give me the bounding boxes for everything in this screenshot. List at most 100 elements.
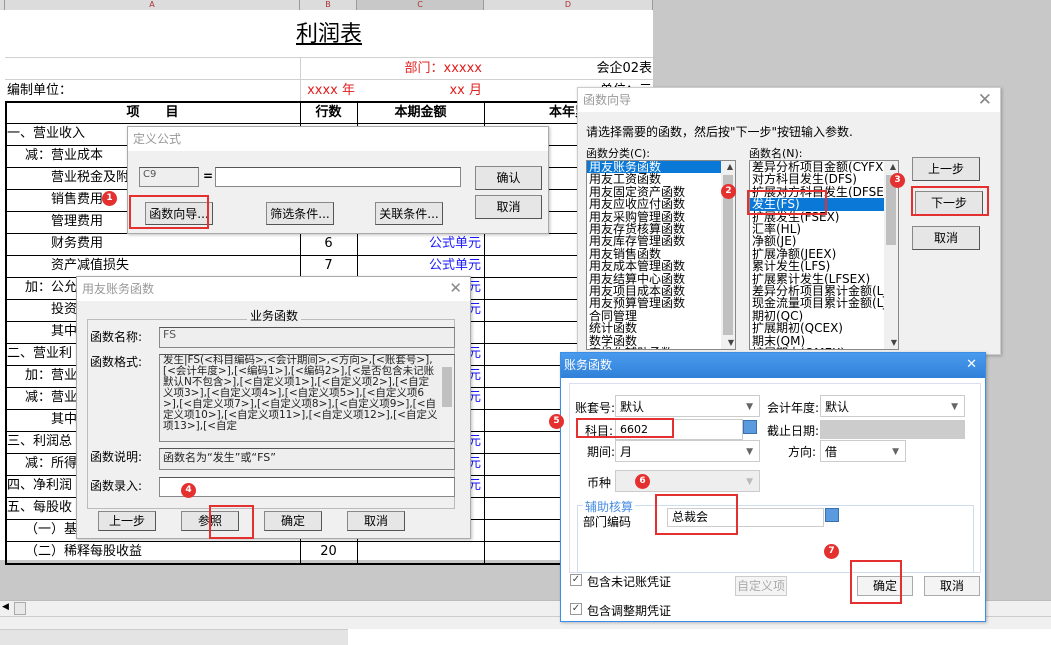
include-adjust-label: 包含调整期凭证	[587, 604, 672, 618]
scroll-thumb[interactable]	[14, 602, 26, 615]
function-wizard-dialog: 函数向导 ✕ 请选择需要的函数，然后按"下一步"按钮输入参数. 函数分类(C):…	[577, 87, 1001, 355]
list-item[interactable]: 用友工资函数	[587, 173, 735, 186]
ok-button[interactable]: 确定	[264, 511, 322, 531]
function-list[interactable]: 差异分析项目金额(CYFX) 对方科目发生(DFS) 扩展对方科目发生(DFSEX)…	[749, 160, 899, 350]
chevron-down-icon: ▼	[746, 402, 753, 412]
annotation-box-subject	[576, 418, 674, 438]
row-line-number: 20	[320, 544, 337, 559]
formula-cell	[357, 541, 483, 563]
book-select[interactable]: 默认 ▼	[615, 395, 760, 417]
function-description-field: 函数名为“发生”或“FS”	[159, 448, 455, 470]
previous-step-button[interactable]: 上一步	[912, 157, 980, 181]
step-marker-4: 4	[181, 483, 196, 498]
list-item[interactable]: 用友应收应付函数	[587, 198, 735, 211]
direction-select[interactable]: 借 ▼	[820, 440, 906, 462]
instruction-text: 请选择需要的函数，然后按"下一步"按钮输入参数.	[586, 125, 853, 139]
close-icon[interactable]: ✕	[966, 357, 977, 372]
period-select[interactable]: 月 ▼	[615, 440, 760, 462]
table-header: 项 目	[126, 105, 179, 120]
cancel-button[interactable]: 取消	[924, 576, 980, 596]
annotation-box-reference	[209, 505, 254, 539]
dialog-title: 账务函数	[561, 353, 985, 378]
list-item[interactable]: 用友库存管理函数	[587, 235, 735, 248]
list-item[interactable]: 累计发生(LFS)	[750, 260, 898, 273]
function-input-field[interactable]	[159, 477, 455, 497]
list-scrollbar[interactable]: ▲ ▼	[884, 161, 898, 349]
list-item[interactable]: 现金流量项目累计金额(LJX	[750, 297, 898, 310]
previous-step-button[interactable]: 上一步	[98, 511, 156, 531]
dept-label: 部门：xxxxx	[404, 61, 482, 76]
step-marker-1: 1	[102, 191, 117, 206]
list-item[interactable]: 扩展期末(QMEX)	[750, 347, 898, 349]
confirm-button[interactable]: 确认	[475, 166, 542, 190]
step-marker-3: 3	[890, 173, 905, 188]
chevron-down-icon: ▼	[951, 402, 958, 412]
custom-item-button[interactable]: 自定义项	[735, 576, 787, 596]
currency-label: 币种	[587, 476, 612, 490]
list-item[interactable]: 表操作辅助函数	[587, 347, 735, 349]
function-format-label: 函数格式:	[90, 355, 143, 369]
column-header-c[interactable]: C	[357, 0, 484, 10]
step-marker-7: 7	[824, 544, 839, 559]
format-scrollbar[interactable]	[440, 355, 454, 441]
unit-label: 编制单位：	[7, 83, 73, 98]
step-marker-5: 5	[549, 414, 564, 429]
book-value: 默认	[620, 400, 645, 414]
chevron-down-icon: ▼	[892, 447, 899, 457]
column-header-a[interactable]: A	[5, 0, 300, 10]
dept-code-label: 部门编码	[583, 515, 632, 529]
deadline-label: 截止日期:	[767, 424, 820, 438]
row-line-number: 6	[324, 236, 333, 251]
account-function-dialog: 账务函数 ✕ 账套号: 默认 ▼ 会计年度: 默认 ▼ 科目: 6602 截止日期:…	[560, 352, 986, 622]
function-name-label: 函数名称:	[90, 330, 143, 344]
close-icon[interactable]: ✕	[978, 90, 992, 110]
function-format-text: 发生|FS(<科目编码>,<会计期间>,<方向>,[<账套号>],[<会计年度>…	[163, 354, 438, 432]
column-header-b[interactable]: B	[300, 0, 357, 10]
step-marker-6: 6	[635, 474, 650, 489]
function-description-label: 函数说明:	[90, 450, 143, 464]
annotation-box-ok	[850, 560, 902, 604]
form-number: 会企02表	[596, 61, 652, 76]
yonyou-account-function-dialog: 用友账务函数 ✕ 业务函数 函数名称: FS 函数格式: 发生|FS(<科目编码…	[76, 276, 471, 539]
fiscal-year-select[interactable]: 默认 ▼	[820, 395, 965, 417]
include-unposted-checkbox[interactable]: ✓	[570, 574, 582, 586]
cancel-button[interactable]: 取消	[912, 226, 980, 250]
reference-grid-icon[interactable]	[743, 420, 757, 434]
function-input-label: 函数录入:	[90, 479, 143, 493]
list-item[interactable]: 扩展期初(QCEX)	[750, 322, 898, 335]
group-title: 业务函数	[247, 307, 302, 324]
fiscal-year-label: 会计年度:	[767, 401, 820, 415]
filter-condition-button[interactable]: 筛选条件...	[266, 202, 334, 225]
row-divider	[5, 101, 653, 103]
row-line-number: 7	[324, 258, 333, 273]
step-marker-2: 2	[721, 184, 736, 199]
table-header: 行数	[315, 105, 342, 120]
annotation-box-dept	[655, 494, 738, 535]
row-divider	[5, 563, 653, 565]
cancel-button[interactable]: 取消	[347, 511, 405, 531]
relation-condition-button[interactable]: 关联条件...	[375, 202, 443, 225]
formula-cell: 公式单元	[428, 236, 481, 251]
cell-reference-field: C9	[139, 167, 199, 187]
list-item[interactable]: 用友预算管理函数	[587, 297, 735, 310]
table-header: 本期金额	[394, 105, 447, 120]
category-list[interactable]: 用友账务函数 用友工资函数 用友固定资产函数 用友应收应付函数 用友采购管理函数 用友存货…	[586, 160, 736, 350]
annotation-box-function-wizard	[129, 195, 209, 229]
formula-input[interactable]	[215, 167, 461, 187]
list-item[interactable]: 对方科目发生(DFS)	[750, 173, 898, 186]
month-label: xx 月	[449, 83, 482, 98]
scroll-left-icon[interactable]: ◀	[2, 602, 9, 612]
dialog-title: 函数向导	[578, 88, 1000, 112]
book-label: 账套号:	[575, 401, 616, 415]
list-item[interactable]: 统计函数	[587, 322, 735, 335]
annotation-box-next	[911, 186, 989, 216]
fiscal-year-value: 默认	[825, 400, 850, 414]
column-header-d[interactable]: D	[484, 0, 653, 10]
dialog-title: 用友账务函数	[77, 277, 470, 301]
list-item[interactable]: 用友成本管理函数	[587, 260, 735, 273]
cancel-button[interactable]: 取消	[475, 195, 542, 219]
reference-grid-icon[interactable]	[825, 508, 839, 522]
list-item[interactable]: 净额(JE)	[750, 235, 898, 248]
include-adjust-checkbox[interactable]: ✓	[570, 603, 582, 615]
close-icon[interactable]: ✕	[449, 279, 462, 297]
